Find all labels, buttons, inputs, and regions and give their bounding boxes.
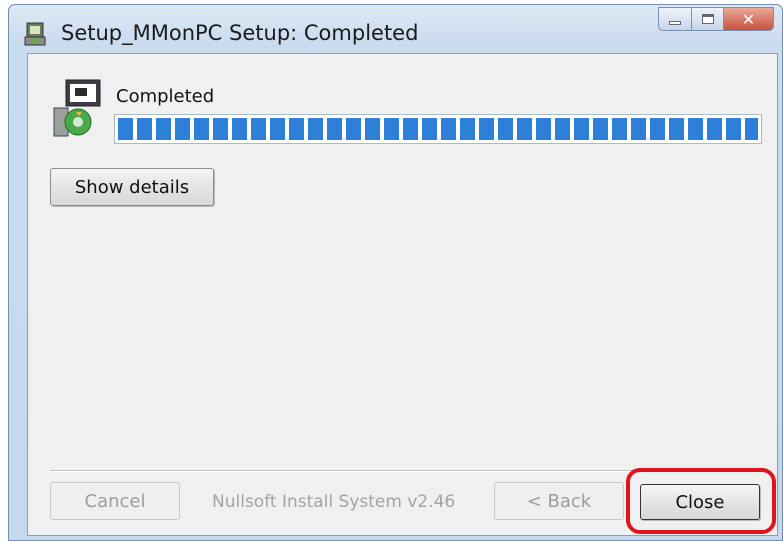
title-bar[interactable]: Setup_MMonPC Setup: Completed ✕	[9, 5, 782, 57]
show-details-label: Show details	[74, 176, 190, 198]
progress-bar-fill	[118, 118, 758, 140]
maximize-icon	[701, 14, 714, 24]
setup-window: Setup_MMonPC Setup: Completed ✕ Complete…	[8, 4, 783, 541]
close-icon: ✕	[741, 9, 756, 29]
back-label: < Back	[526, 490, 592, 512]
progress-bar	[114, 114, 762, 144]
window-title: Setup_MMonPC Setup: Completed	[61, 21, 419, 45]
cancel-label: Cancel	[84, 490, 146, 512]
minimize-icon	[669, 21, 681, 25]
branding-text: Nullsoft Install System v2.46	[212, 492, 456, 512]
status-label: Completed	[116, 86, 215, 107]
setup-computer-icon	[53, 79, 101, 137]
show-details-button[interactable]: Show details	[50, 168, 214, 206]
close-button-highlight	[626, 468, 776, 534]
caption-buttons: ✕	[658, 7, 774, 33]
window-close-button[interactable]: ✕	[724, 7, 774, 31]
cancel-button[interactable]: Cancel	[50, 482, 180, 520]
installer-app-icon	[24, 22, 46, 46]
back-button[interactable]: < Back	[494, 482, 624, 520]
minimize-button[interactable]	[658, 7, 692, 31]
client-area: Completed Show details Cancel Nullsoft I…	[27, 53, 778, 536]
maximize-button[interactable]	[692, 7, 724, 31]
